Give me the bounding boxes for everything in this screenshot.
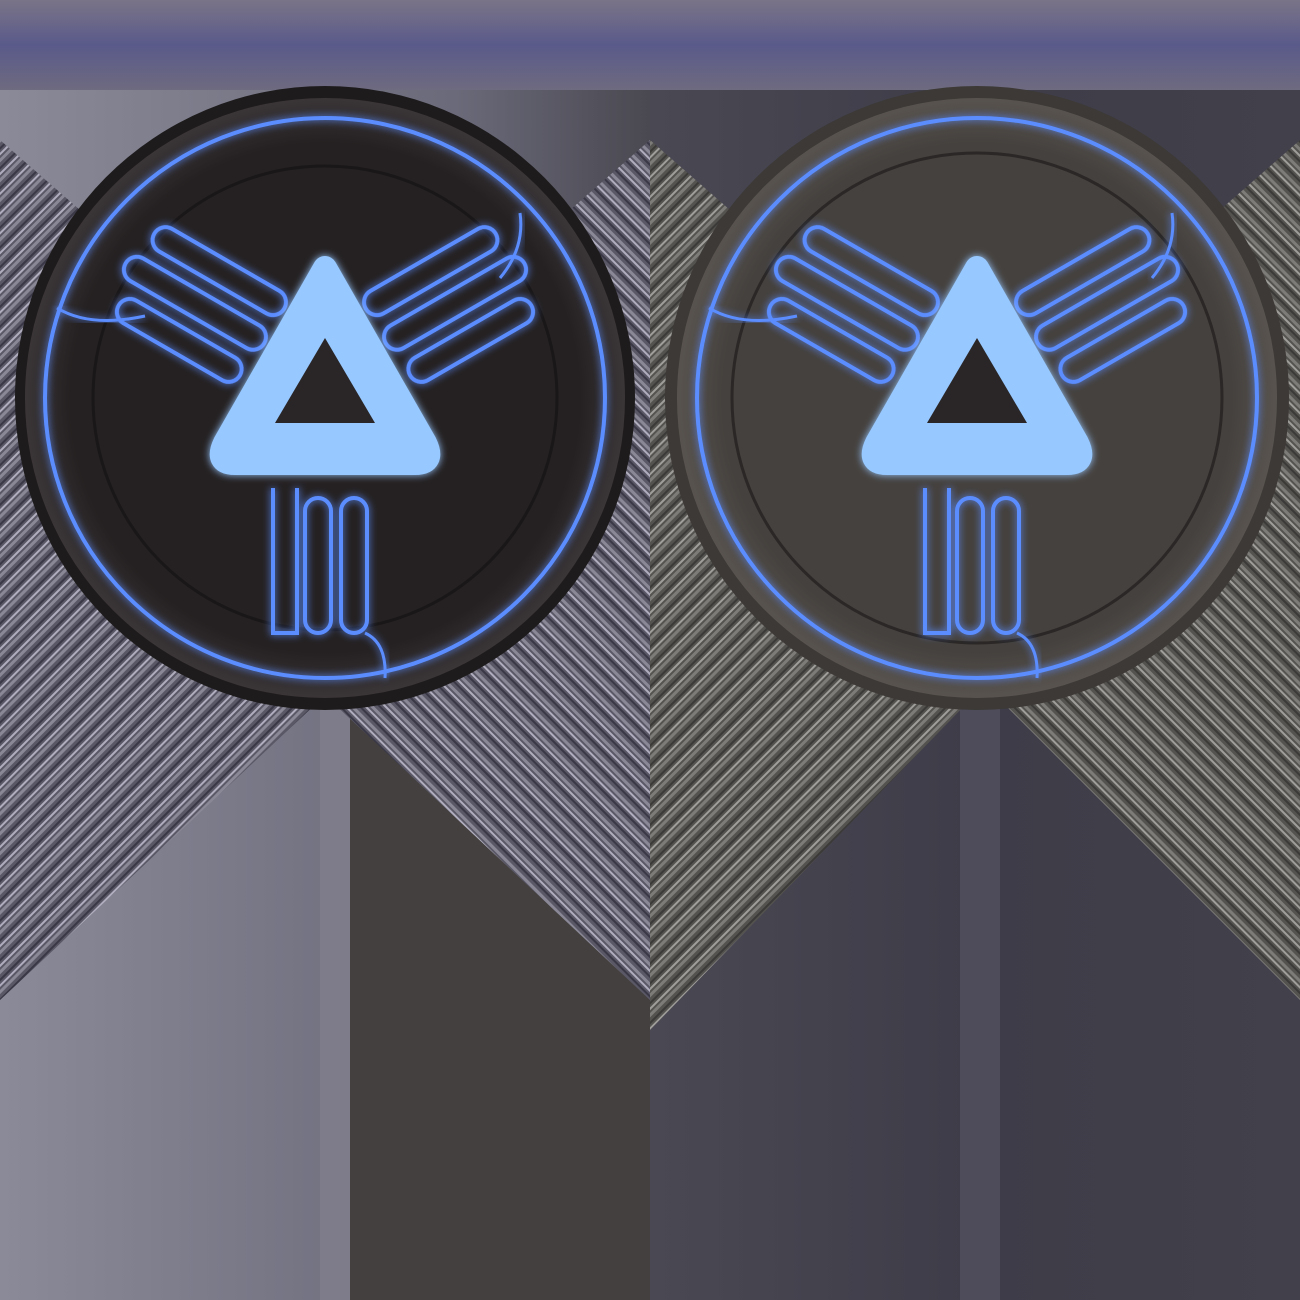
top-band [0,0,1300,90]
texture-canvas [0,0,1300,1300]
texture-sheet [0,0,1300,1300]
